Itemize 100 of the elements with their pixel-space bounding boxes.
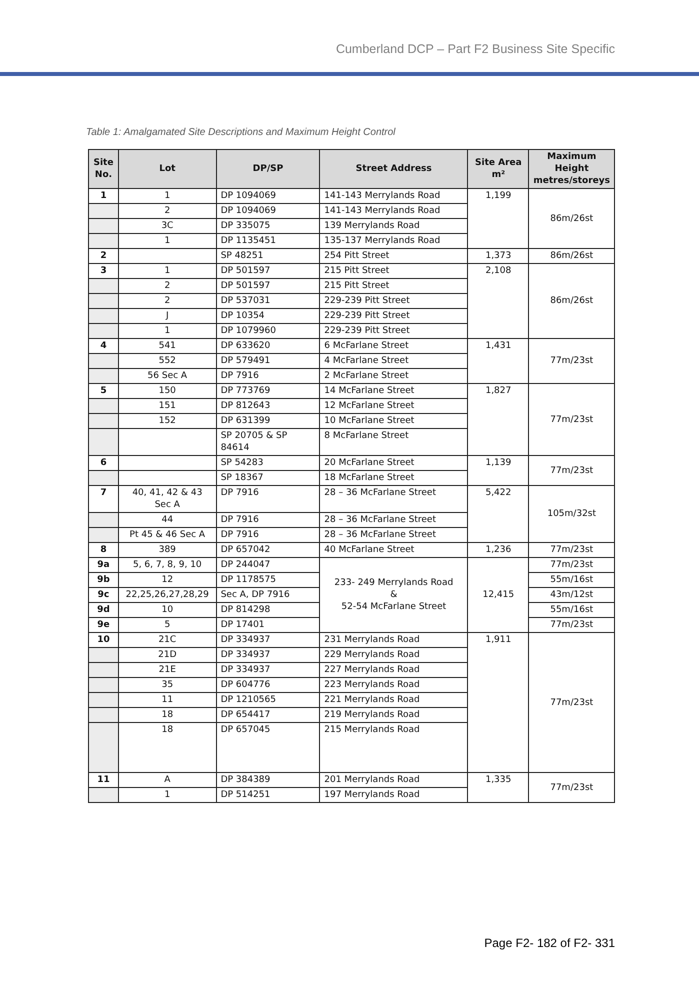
table-cell: DP 1178575 [216, 572, 320, 588]
table-cell: DP 812643 [216, 398, 320, 414]
table-cell: DP 244047 [216, 558, 320, 572]
table-cell: 55m/16st [528, 602, 614, 618]
table-cell: 231 Merrylands Road [320, 632, 468, 648]
table-cell: 221 Merrylands Road [320, 692, 468, 708]
table-cell: 86m/26st [528, 188, 614, 248]
table-cell: 28 – 36 McFarlane Street [320, 528, 468, 542]
table-cell: DP 514251 [216, 788, 320, 802]
table-cell: 552 [118, 354, 216, 368]
table-cell: DP 501597 [216, 264, 320, 278]
table-cell: 135-137 Merrylands Road [320, 234, 468, 248]
table-cell: 18 McFarlane Street [320, 470, 468, 486]
table-cell: 215 Merrylands Road [320, 722, 468, 772]
table-cell: 1 [118, 188, 216, 204]
table-cell: 389 [118, 542, 216, 558]
table-cell: 18 [118, 708, 216, 722]
table-cell: SP 54283 [216, 456, 320, 470]
table-cell: 77m/23st [528, 338, 614, 384]
table-cell: 1,335 [468, 772, 529, 802]
table-cell: 77m/23st [528, 618, 614, 632]
table-cell: DP 501597 [216, 278, 320, 294]
column-header: Site No. [88, 150, 118, 188]
column-header: Maximum Height metres/storeys [528, 150, 614, 188]
table-cell: DP 1210565 [216, 692, 320, 708]
table-cell: DP 334937 [216, 648, 320, 662]
table-cell: 8 [88, 542, 118, 558]
table-cell: DP 7916 [216, 368, 320, 384]
table-cell: 5,422 [468, 486, 529, 542]
table-cell: 1,236 [468, 542, 529, 558]
table-cell: DP 1135451 [216, 234, 320, 248]
table-cell: 43m/12st [528, 588, 614, 602]
table-cell: DP 1094069 [216, 204, 320, 218]
table-cell: 229-239 Pitt Street [320, 324, 468, 338]
page-number: Page F2- 182 of F2- 331 [484, 936, 615, 950]
table-cell: 12,415 [468, 558, 529, 632]
table-cell: SP 18367 [216, 470, 320, 486]
table-cell: 77m/23st [528, 772, 614, 802]
table-cell: 223 Merrylands Road [320, 678, 468, 692]
table-cell: 1,431 [468, 338, 529, 384]
table-cell: 1 [118, 324, 216, 338]
table-cell: 12 [118, 572, 216, 588]
table-cell: 21C [118, 632, 216, 648]
table-cell: 141-143 Merrylands Road [320, 188, 468, 204]
table-cell: 4 McFarlane Street [320, 354, 468, 368]
table-cell: A [118, 772, 216, 788]
table-cell: 5 [118, 618, 216, 632]
table-cell: 10 McFarlane Street [320, 414, 468, 428]
table-cell: 141-143 Merrylands Road [320, 204, 468, 218]
table-cell: 8 McFarlane Street [320, 428, 468, 456]
table-cell: 20 McFarlane Street [320, 456, 468, 470]
table-cell: 215 Pitt Street [320, 278, 468, 294]
table-cell: 28 – 36 McFarlane Street [320, 512, 468, 528]
table-cell: 18 [118, 722, 216, 772]
table-cell: 201 Merrylands Road [320, 772, 468, 788]
table-cell: 1 [118, 264, 216, 278]
column-header: Lot [118, 150, 216, 188]
table-cell: DP 1094069 [216, 188, 320, 204]
table-cell: 9d [88, 602, 118, 618]
table-cell: 5, 6, 7, 8, 9, 10 [118, 558, 216, 572]
table-cell: 151 [118, 398, 216, 414]
column-header: Street Address [320, 150, 468, 188]
table-cell: 139 Merrylands Road [320, 218, 468, 234]
table-cell: 2,108 [468, 264, 529, 338]
table-cell: DP 814298 [216, 602, 320, 618]
table-cell: 77m/23st [528, 632, 614, 772]
table-cell: 77m/23st [528, 542, 614, 558]
table-cell: 9e [88, 618, 118, 632]
table-cell: 22,25,26,27,28,29 [118, 588, 216, 602]
table-cell: 2 [88, 248, 118, 264]
table-cell: 105m/32st [528, 486, 614, 542]
table-cell: DP 579491 [216, 354, 320, 368]
table-cell: 86m/26st [528, 248, 614, 264]
header-title: Cumberland DCP – Part F2 Business Site Specific [336, 42, 615, 56]
table-cell: 2 [118, 294, 216, 308]
table-cell: SP 20705 & SP 84614 [216, 428, 320, 456]
table-cell: 1,827 [468, 384, 529, 456]
table-cell: 77m/23st [528, 558, 614, 572]
table-cell: 2 [118, 204, 216, 218]
address-line: 52-54 McFarlane Street [340, 601, 448, 613]
table-cell: 1 [118, 234, 216, 248]
address-line: & [389, 589, 398, 601]
table-cell: DP 1079960 [216, 324, 320, 338]
table-cell: DP 17401 [216, 618, 320, 632]
table-cell: 55m/16st [528, 572, 614, 588]
table-cell: DP 604776 [216, 678, 320, 692]
table-cell: SP 48251 [216, 248, 320, 264]
table-cell: 35 [118, 678, 216, 692]
table-cell: 86m/26st [528, 264, 614, 338]
table-cell: 56 Sec A [118, 368, 216, 384]
table-cell: 1,199 [468, 188, 529, 248]
table-cell: 77m/23st [528, 384, 614, 456]
table-cell: J [118, 308, 216, 324]
table-cell: DP 7916 [216, 528, 320, 542]
table-cell: DP 10354 [216, 308, 320, 324]
table-cell: 1 [118, 788, 216, 802]
table-cell: 229-239 Pitt Street [320, 294, 468, 308]
column-header: Site Area m² [468, 150, 529, 188]
table-cell: 215 Pitt Street [320, 264, 468, 278]
table-cell: DP 7916 [216, 486, 320, 512]
